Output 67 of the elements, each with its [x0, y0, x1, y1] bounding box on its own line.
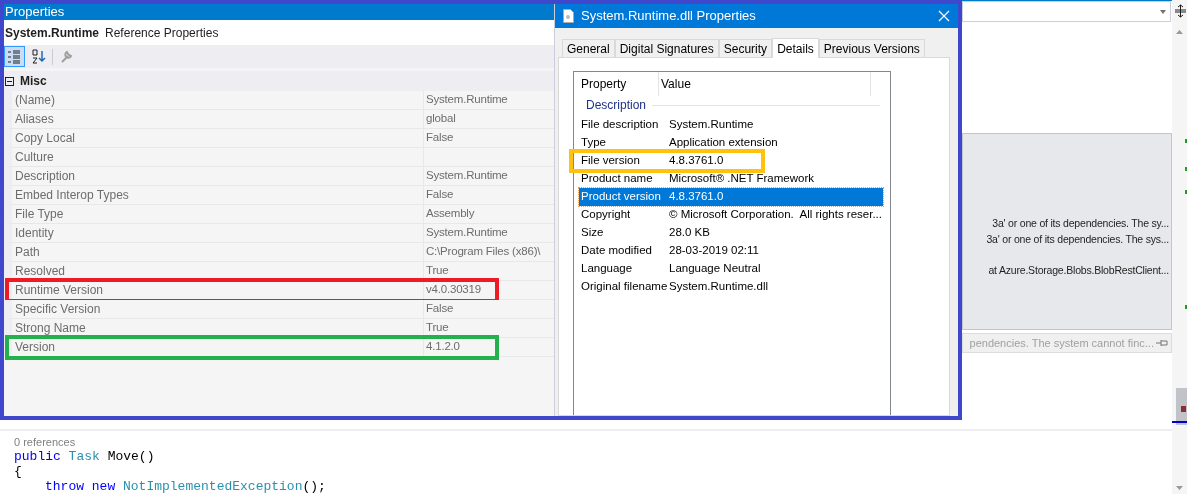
detail-row[interactable]: Product version 4.8.3761.0 — [579, 188, 883, 206]
detail-row[interactable]: Language Language Neutral — [579, 260, 883, 278]
detail-row[interactable]: Original filename System.Runtime.dll — [579, 278, 883, 296]
detail-row[interactable]: Date modified 28-03-2019 02:11 — [579, 242, 883, 260]
property-value[interactable]: False — [423, 129, 554, 148]
tab[interactable]: General — [562, 39, 615, 57]
property-value[interactable]: System.Runtime — [423, 167, 554, 186]
change-marker — [1185, 190, 1187, 194]
property-name[interactable]: Embed Interop Types — [4, 186, 423, 205]
column-header[interactable]: Property — [579, 72, 659, 96]
tooltip-text: 3a' or one of its dependencies. The sy... — [992, 216, 1169, 231]
detail-row[interactable]: File version 4.8.3761.0 — [579, 152, 883, 170]
caret-line — [1172, 421, 1187, 423]
object-name: System.Runtime — [5, 24, 100, 42]
scrollbar[interactable] — [1172, 0, 1187, 494]
property-name[interactable]: Copy Local — [4, 129, 423, 148]
property-value[interactable]: System.Runtime — [423, 224, 554, 243]
pin-icon[interactable] — [1156, 339, 1168, 347]
dropdown-field[interactable] — [962, 1, 1171, 22]
panel-title: Properties — [4, 4, 65, 20]
code-line: throw new NotImplementedException(); — [44, 479, 326, 494]
error-marker — [1181, 406, 1186, 412]
property-name[interactable]: File Type — [4, 205, 423, 224]
property-name[interactable]: Identity — [4, 224, 423, 243]
file-icon — [563, 9, 574, 23]
tab[interactable]: Details — [772, 38, 819, 58]
code-line: public Task Move() — [14, 449, 156, 464]
detail-row[interactable]: Product name Microsoft® .NET Framework — [579, 170, 883, 188]
detail-row[interactable]: Size 28.0 KB — [579, 224, 883, 242]
column-header[interactable]: Value — [659, 72, 871, 96]
property-value[interactable]: System.Runtime — [423, 91, 554, 110]
collapse-icon[interactable] — [5, 76, 14, 86]
close-icon[interactable] — [938, 10, 950, 22]
tab[interactable]: Security — [718, 39, 773, 57]
property-value[interactable]: global — [423, 110, 554, 129]
property-value[interactable]: Assembly — [423, 205, 554, 224]
property-value[interactable]: C:\Program Files (x86)\ — [423, 243, 554, 262]
dialog-title: System.Runtime.dll Properties — [581, 7, 757, 26]
change-marker — [1185, 305, 1187, 309]
split-icon[interactable] — [1175, 4, 1186, 18]
detail-row[interactable]: File description System.Runtime — [579, 116, 883, 134]
property-name[interactable]: Specific Version — [4, 300, 423, 319]
property-value[interactable]: False — [423, 300, 554, 319]
property-name[interactable]: Aliases — [4, 110, 423, 129]
property-name[interactable]: Culture — [4, 148, 423, 167]
code-line: { — [14, 464, 23, 479]
tooltip-text: at Azure.Storage.Blobs.BlobRestClient... — [988, 263, 1169, 278]
detail-row[interactable]: Copyright © Microsoft Corporation. All rights reser... — [579, 206, 883, 224]
change-marker — [1185, 167, 1187, 171]
tooltip-text: 3a' or one of its dependencies. The sys... — [986, 232, 1169, 247]
caret-icon — [1160, 9, 1166, 14]
property-value[interactable]: False — [423, 186, 554, 205]
property-name[interactable]: (Name) — [4, 91, 423, 110]
scroll-down-icon[interactable] — [1176, 486, 1183, 490]
category-label[interactable]: Misc — [20, 72, 47, 90]
scroll-up-icon[interactable] — [1176, 30, 1183, 34]
category-row[interactable]: Misc — [4, 71, 554, 91]
tab[interactable]: Previous Versions — [818, 39, 925, 57]
detail-row[interactable]: Type Application extension — [579, 134, 883, 152]
error-summary-text: pendencies. The system cannot finc... — [969, 335, 1154, 351]
tab[interactable]: Digital Signatures — [614, 39, 719, 57]
object-type: Reference Properties — [105, 24, 219, 42]
codelens-text[interactable]: 0 references — [14, 436, 326, 449]
property-name[interactable]: Path — [4, 243, 423, 262]
group-header[interactable]: Description — [586, 96, 647, 114]
change-marker — [1185, 139, 1187, 143]
property-name[interactable]: Description — [4, 167, 423, 186]
